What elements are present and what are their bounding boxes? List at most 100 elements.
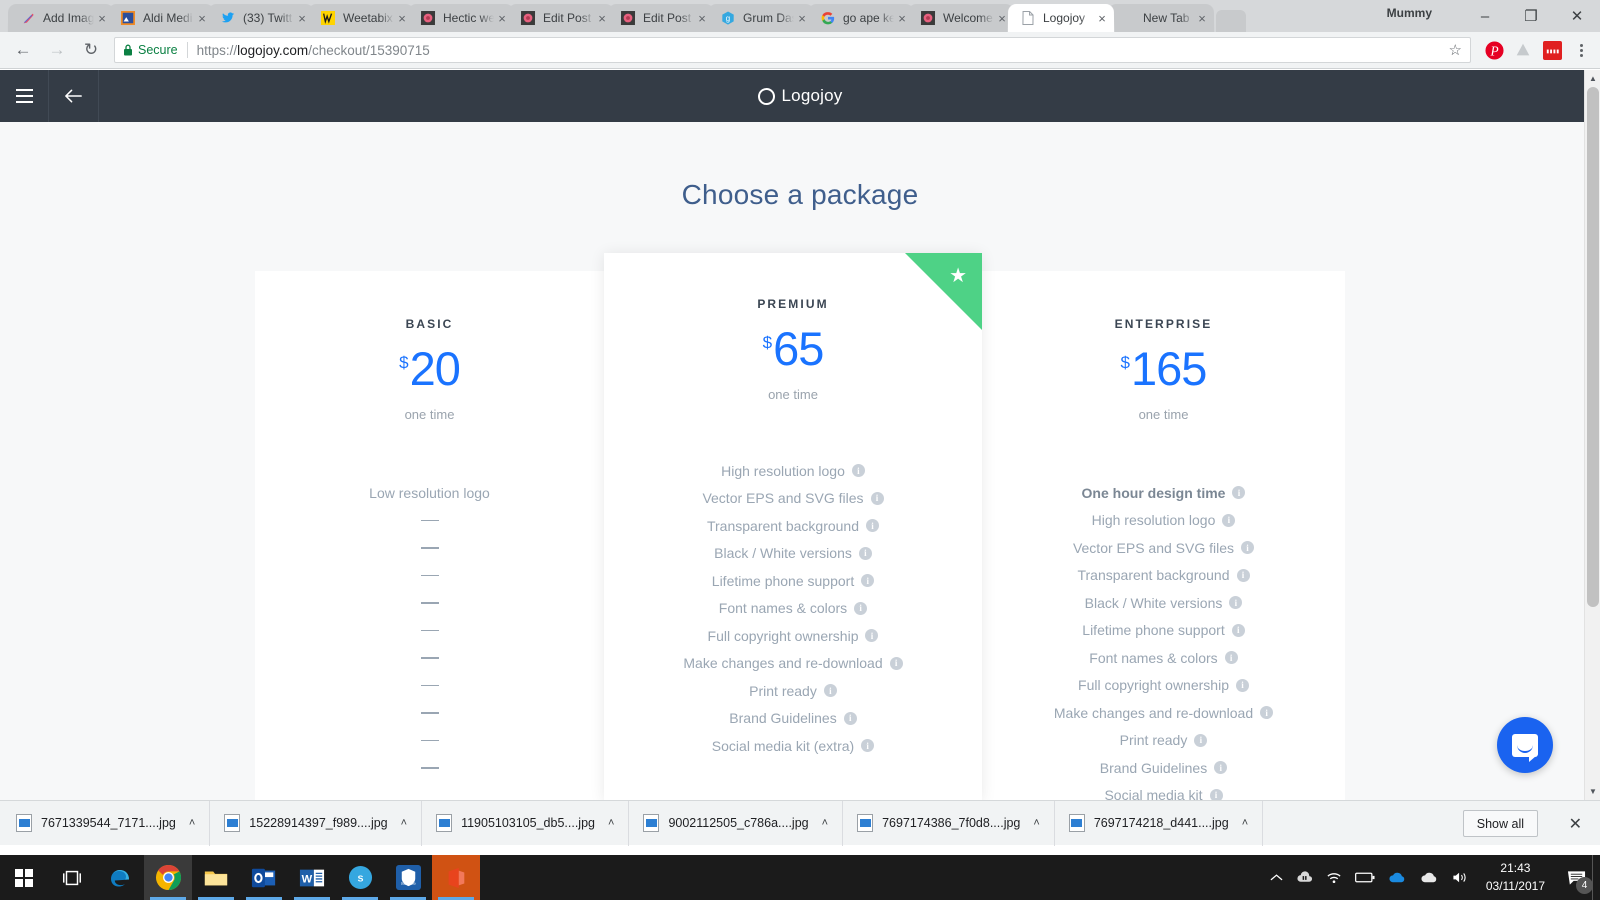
chevron-up-icon[interactable]: ˄ xyxy=(822,817,828,829)
intercom-chat-icon[interactable] xyxy=(1497,717,1553,773)
info-icon[interactable]: i xyxy=(866,519,880,533)
tab-close-button[interactable]: × xyxy=(1194,10,1210,26)
svg-text:S: S xyxy=(357,873,363,883)
scroll-down-arrow[interactable]: ▼ xyxy=(1585,783,1600,800)
show-hidden-icons[interactable] xyxy=(1270,873,1283,882)
show-all-downloads-button[interactable]: Show all xyxy=(1462,810,1538,837)
battery-icon[interactable] xyxy=(1354,872,1375,883)
browser-tab[interactable]: New Tab × xyxy=(1107,4,1215,33)
browser-tab[interactable]: (33) Twitt × xyxy=(207,4,315,33)
svg-text:g: g xyxy=(726,14,730,23)
close-window-button[interactable]: ✕ xyxy=(1554,0,1600,32)
skype-icon[interactable]: S xyxy=(336,855,384,900)
info-icon[interactable]: i xyxy=(858,546,872,560)
info-icon[interactable]: i xyxy=(1235,678,1249,692)
chrome-menu-icon[interactable] xyxy=(1570,43,1592,57)
chevron-up-icon[interactable]: ˄ xyxy=(1242,817,1248,829)
drive-icon[interactable] xyxy=(1511,38,1535,62)
page-scrollbar[interactable]: ▲ ▼ xyxy=(1584,70,1600,800)
browser-tab[interactable]: Welcome × xyxy=(907,4,1015,33)
info-icon[interactable]: i xyxy=(843,711,857,725)
info-icon[interactable]: i xyxy=(865,629,879,643)
package-card-premium[interactable]: ★ PREMIUM $ 65 one time High resolution … xyxy=(604,253,982,800)
info-icon[interactable]: i xyxy=(823,684,837,698)
package-card-enterprise[interactable]: ENTERPRISE $ 165 one time One hour desig… xyxy=(982,271,1345,800)
chrome-icon[interactable] xyxy=(144,855,192,900)
browser-tab[interactable]: Aldi Medi × xyxy=(107,4,215,33)
new-tab-button[interactable] xyxy=(1216,10,1246,32)
chevron-up-icon[interactable]: ˄ xyxy=(608,817,614,829)
info-icon[interactable]: i xyxy=(861,739,875,753)
download-item[interactable]: 9002112505_c786a....jpg ˄ xyxy=(643,800,844,846)
chevron-up-icon[interactable]: ˄ xyxy=(189,817,195,829)
scroll-up-arrow[interactable]: ▲ xyxy=(1585,70,1600,87)
mcafee-icon[interactable]: McAfee xyxy=(384,855,432,900)
browser-tab[interactable]: Hectic we × xyxy=(407,4,515,33)
hamburger-icon[interactable] xyxy=(0,70,49,122)
taskbar-clock[interactable]: 21:43 03/11/2017 xyxy=(1486,860,1545,895)
browser-tab[interactable]: go ape ke × xyxy=(807,4,915,33)
outlook-icon[interactable] xyxy=(240,855,288,900)
info-icon[interactable]: i xyxy=(1231,623,1245,637)
info-icon[interactable]: i xyxy=(1236,568,1250,582)
windows-start-icon[interactable] xyxy=(0,855,48,900)
info-icon[interactable]: i xyxy=(1241,541,1255,555)
info-icon[interactable]: i xyxy=(851,464,865,478)
chevron-up-icon[interactable]: ˄ xyxy=(1033,817,1039,829)
info-icon[interactable]: i xyxy=(1229,596,1243,610)
scrollbar-thumb[interactable] xyxy=(1587,87,1599,607)
volume-icon[interactable] xyxy=(1452,871,1469,884)
profile-name[interactable]: Mummy xyxy=(1387,6,1432,20)
info-icon[interactable]: i xyxy=(1194,733,1208,747)
back-arrow-icon[interactable] xyxy=(49,70,99,122)
info-icon[interactable]: i xyxy=(1260,706,1274,720)
adblock-icon[interactable] xyxy=(1540,38,1564,62)
grum-icon: g xyxy=(720,10,736,26)
chevron-up-icon[interactable]: ˄ xyxy=(401,817,407,829)
notifications-icon[interactable]: 4 xyxy=(1564,866,1593,894)
reload-button[interactable]: ↻ xyxy=(76,35,106,65)
minimize-button[interactable]: – xyxy=(1462,0,1508,32)
download-item[interactable]: 15228914397_f989....jpg ˄ xyxy=(224,800,423,846)
show-desktop-button[interactable] xyxy=(1592,855,1600,900)
edge-icon[interactable] xyxy=(96,855,144,900)
word-icon[interactable]: W xyxy=(288,855,336,900)
download-item[interactable]: 7697174218_d441....jpg ˄ xyxy=(1068,800,1264,846)
plan-name: BASIC xyxy=(405,317,454,331)
info-icon[interactable]: i xyxy=(1232,486,1246,500)
info-icon[interactable]: i xyxy=(1222,513,1236,527)
bookmark-star-icon[interactable]: ☆ xyxy=(1449,41,1462,59)
browser-tab[interactable]: g Grum Das × xyxy=(707,4,815,33)
info-icon[interactable]: i xyxy=(854,601,868,615)
feature-label: Full copyright ownership xyxy=(707,627,859,644)
info-icon[interactable]: i xyxy=(1209,788,1223,800)
onedrive-blue-icon[interactable] xyxy=(1388,871,1407,884)
download-item[interactable]: 7697174386_7f0d8....jpg ˄ xyxy=(857,800,1055,846)
tab-close-button[interactable]: × xyxy=(1094,10,1110,26)
task-view-icon[interactable] xyxy=(48,855,96,900)
back-button[interactable]: ← xyxy=(8,35,38,65)
address-bar[interactable]: Secure https://logojoy.com/checkout/1539… xyxy=(114,37,1471,63)
maximize-button[interactable]: ❐ xyxy=(1508,0,1554,32)
info-icon[interactable]: i xyxy=(1214,761,1228,775)
info-icon[interactable]: i xyxy=(1224,651,1238,665)
pinterest-icon[interactable]: P xyxy=(1482,38,1506,62)
file-explorer-icon[interactable] xyxy=(192,855,240,900)
info-icon[interactable]: i xyxy=(870,491,884,505)
browser-tab[interactable]: Weetabix × xyxy=(307,4,415,33)
browser-tab[interactable]: Add Imag × xyxy=(7,4,115,33)
download-item[interactable]: 11905103105_db5....jpg ˄ xyxy=(436,800,630,846)
browser-tab[interactable]: Edit Post × xyxy=(507,4,615,33)
office-icon[interactable] xyxy=(432,855,480,900)
browser-tab[interactable]: Edit Post × xyxy=(607,4,715,33)
browser-tab-active[interactable]: Logojoy × xyxy=(1007,4,1115,33)
forward-button[interactable]: → xyxy=(42,35,72,65)
close-downloads-bar-button[interactable]: ✕ xyxy=(1569,814,1582,834)
info-icon[interactable]: i xyxy=(889,656,903,670)
onedrive-dark-icon[interactable] xyxy=(1296,871,1313,884)
package-card-basic[interactable]: BASIC $ 20 one time Low resolution logo xyxy=(255,271,604,800)
wifi-icon[interactable] xyxy=(1326,871,1342,884)
cloud-icon[interactable] xyxy=(1420,871,1439,884)
info-icon[interactable]: i xyxy=(861,574,875,588)
download-item[interactable]: 7671339544_7171....jpg ˄ xyxy=(16,800,211,846)
